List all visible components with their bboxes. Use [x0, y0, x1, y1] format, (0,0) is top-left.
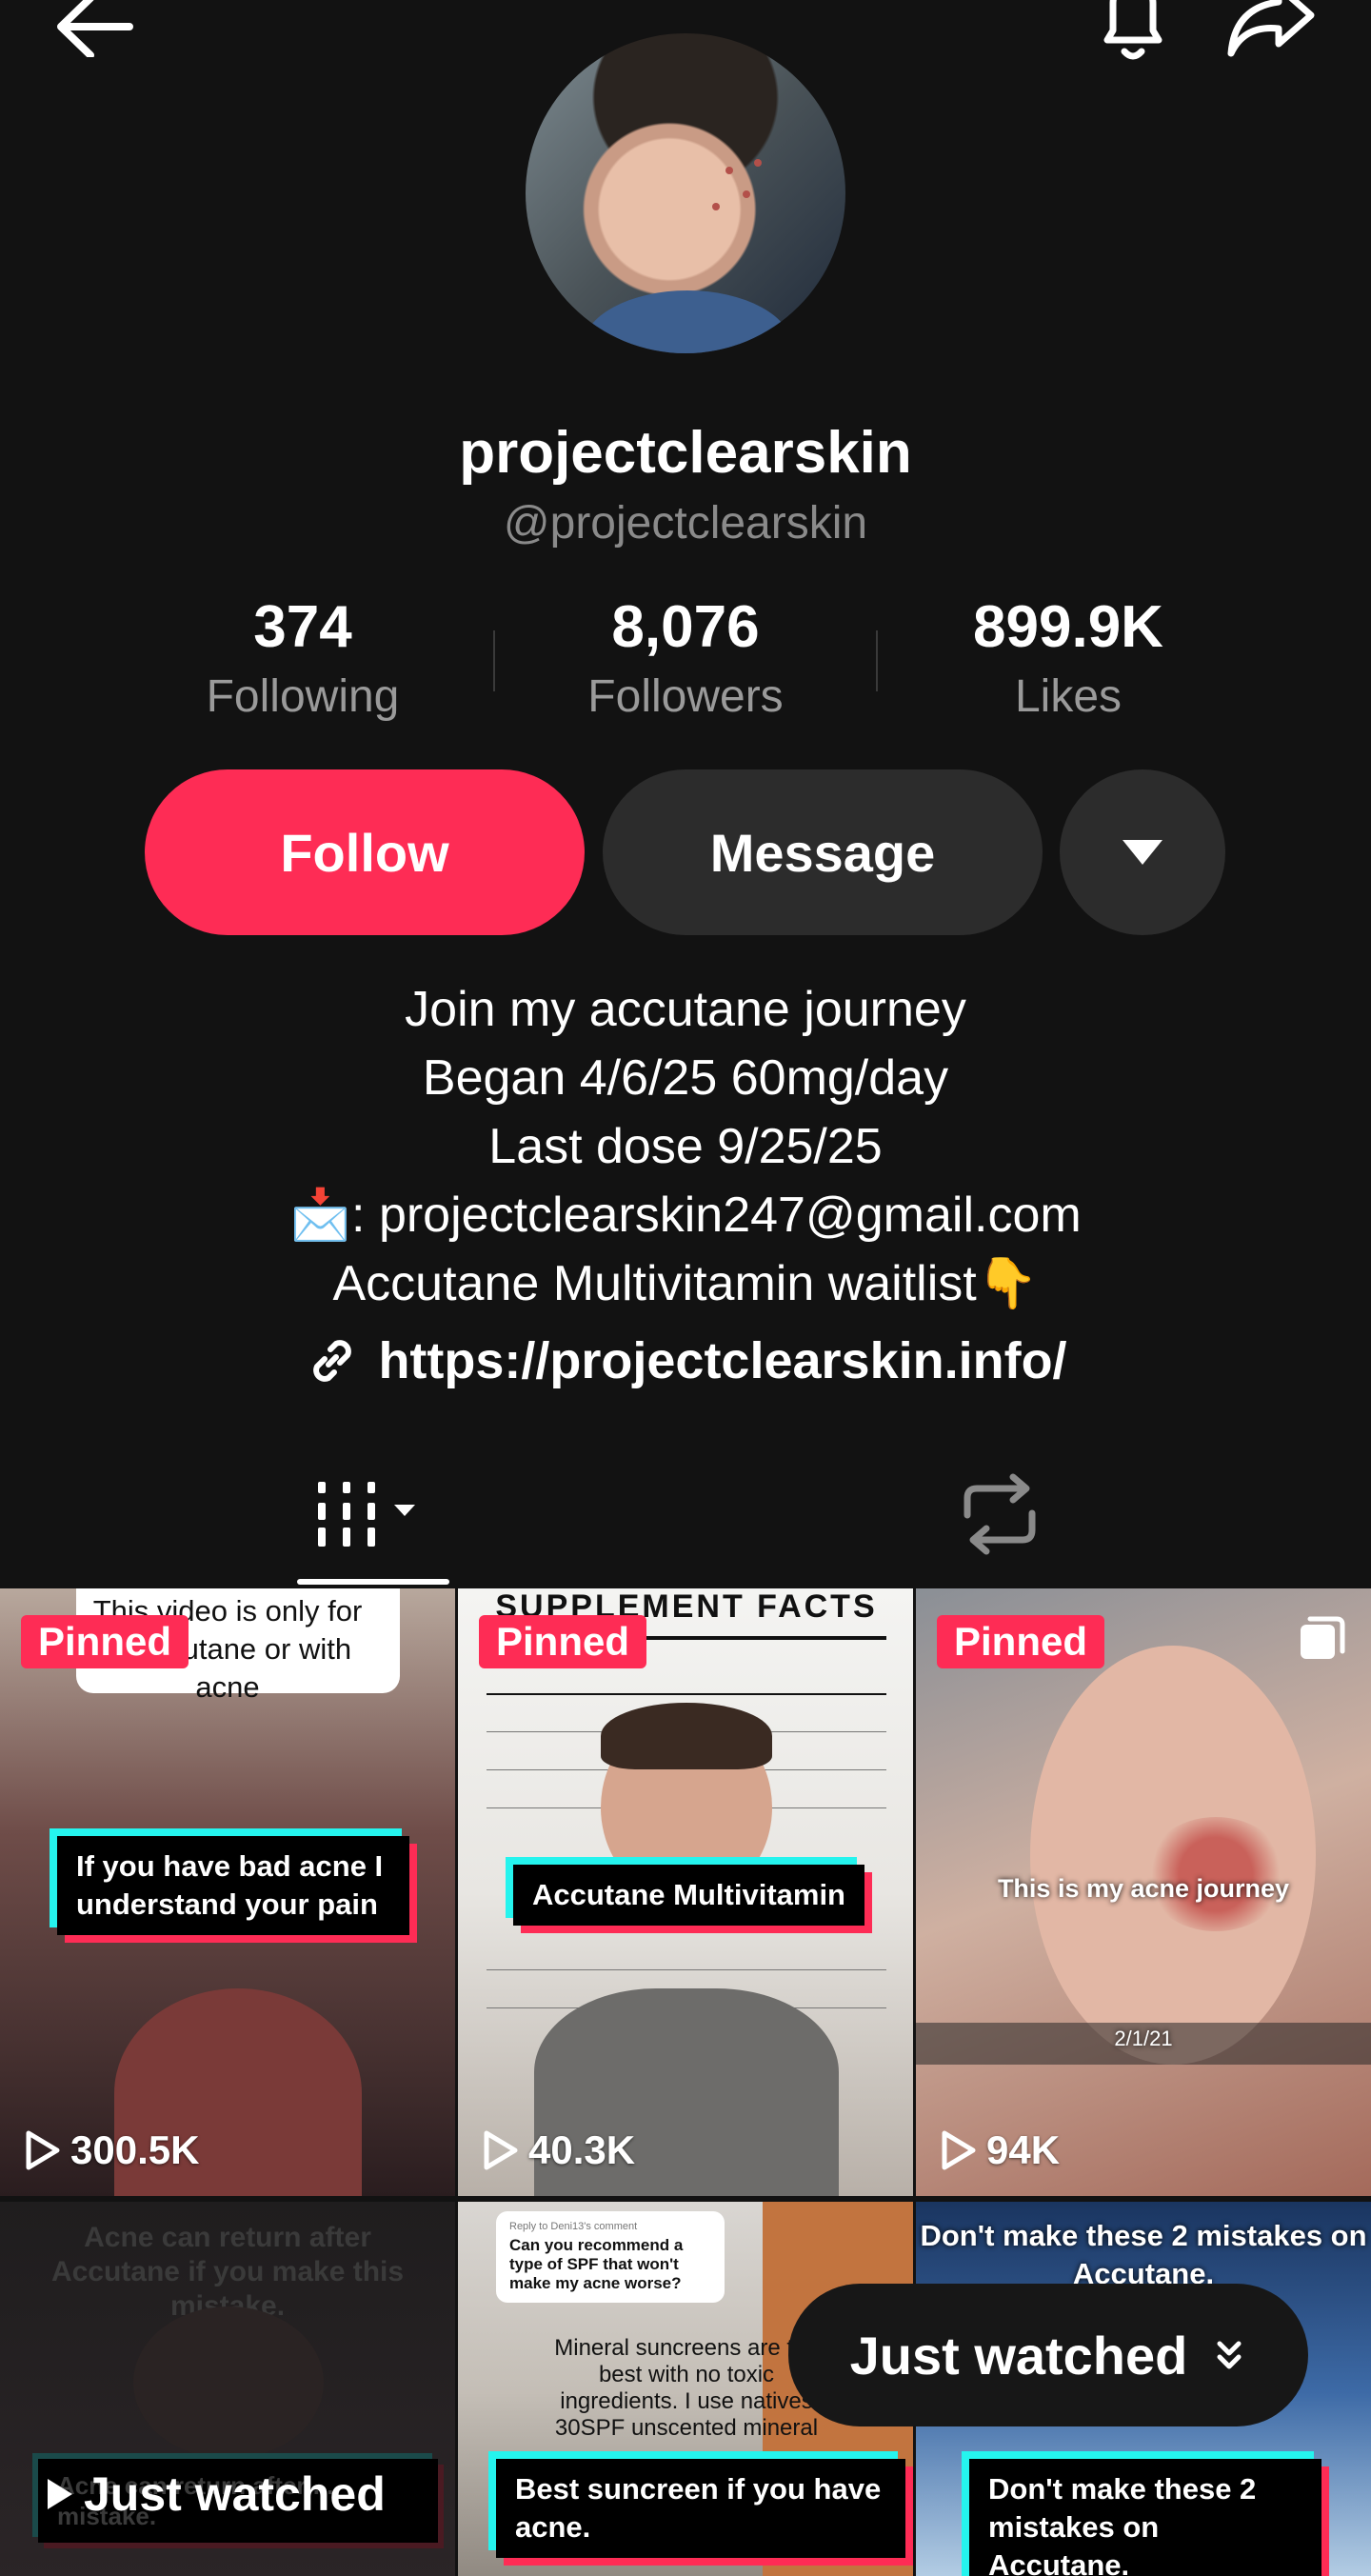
bio-link[interactable]: https://projectclearskin.info/ [0, 1331, 1371, 1390]
avatar-detail [754, 159, 762, 167]
video-caption: If you have bad acne I understand your p… [57, 1836, 409, 1935]
avatar-shirt [583, 290, 792, 353]
stat-likes[interactable]: 899.9K Likes [925, 598, 1211, 723]
video-overlay-text: Mineral suncreens are the best with no t… [554, 2335, 819, 2441]
multi-photo-icon [1301, 1616, 1345, 1659]
view-count: 300.5K [23, 2127, 199, 2173]
stat-following[interactable]: 374 Following [160, 598, 446, 723]
profile-page: projectclearskin @projectclearskin 374 F… [0, 0, 1371, 2576]
bell-icon[interactable] [1081, 0, 1185, 67]
video-date: 2/1/21 [1114, 2027, 1173, 2050]
stat-value: 899.9K [973, 594, 1163, 660]
repost-icon [964, 1473, 1036, 1555]
follow-button[interactable]: Follow [145, 769, 585, 935]
video-caption: Accutane Multivitamin [513, 1865, 864, 1926]
video-thumbnail[interactable]: Pinned This is my acne journey 2/1/21 94… [916, 1588, 1371, 2196]
divider [487, 1693, 886, 1695]
stat-label: Likes [1014, 671, 1123, 722]
video-caption: Best suncreen if you have acne. [496, 2459, 905, 2558]
link-icon [313, 1340, 352, 1382]
double-chevron-down-icon [1217, 2341, 1242, 2369]
play-icon [48, 2479, 72, 2509]
just-watched-button[interactable]: Just watched [788, 2284, 1308, 2426]
bio-line: Join my accutane journey [405, 982, 966, 1037]
triangle-down-icon [1123, 840, 1162, 865]
video-caption: Don't make these 2 mistakes on Accutane. [969, 2459, 1321, 2576]
avatar-detail [743, 190, 750, 198]
reply-text: Can you recommend a type of SPF that won… [509, 2236, 684, 2292]
bio-line: Began 4/6/25 60mg/day [422, 1050, 949, 1106]
view-count: 40.3K [481, 2127, 635, 2173]
stat-followers[interactable]: 8,076 Followers [543, 598, 828, 723]
just-watched-label: Just watched [44, 2466, 386, 2522]
video-caption: This is my acne journey [997, 1874, 1290, 1903]
pinned-badge: Pinned [937, 1615, 1105, 1668]
active-tab-indicator [297, 1579, 449, 1585]
bio-link-text[interactable]: https://projectclearskin.info/ [378, 1331, 1066, 1390]
tab-reposts[interactable] [924, 1457, 1076, 1571]
video-thumbnail[interactable]: SUPPLEMENT FACTS Pinned Accutane Multivi… [458, 1588, 913, 2196]
avatar-detail [712, 203, 720, 210]
bio: Join my accutane journey Began 4/6/25 60… [0, 975, 1371, 1318]
profile-display-name: projectclearskin [459, 420, 912, 486]
just-watched-text: Just watched [849, 2325, 1188, 2386]
play-icon [26, 2130, 60, 2170]
reply-label: Reply to Deni13's comment [509, 2221, 638, 2232]
hair-shape [601, 1703, 772, 1769]
profile-handle: @projectclearskin [503, 498, 868, 549]
just-watched-label-text: Just watched [84, 2467, 386, 2521]
play-icon [942, 2130, 976, 2170]
tab-videos[interactable] [295, 1457, 447, 1571]
view-count: 94K [939, 2127, 1060, 2173]
stat-value: 8,076 [611, 594, 760, 660]
grid-icon [318, 1482, 415, 1547]
pinned-badge: Pinned [479, 1615, 647, 1668]
view-count-text: 40.3K [528, 2127, 636, 2172]
video-thumbnail[interactable]: This video is only for ... accutane or w… [0, 1588, 455, 2196]
avatar[interactable] [526, 33, 845, 353]
bio-line: Accutane Multivitamin waitlist👇 [332, 1256, 1039, 1311]
message-button[interactable]: Message [603, 769, 1043, 935]
reply-comment-bubble: Reply to Deni13's comment Can you recomm… [496, 2211, 725, 2303]
profile-tabs [0, 1457, 1371, 1588]
bio-line: 📩: projectclearskin247@gmail.com [289, 1188, 1082, 1243]
back-arrow-icon[interactable] [38, 0, 143, 67]
stat-divider [876, 630, 878, 691]
head-shape [133, 2306, 324, 2459]
avatar-detail [725, 167, 733, 174]
view-count-text: 94K [986, 2127, 1061, 2172]
stat-label: Followers [587, 671, 784, 722]
play-icon [484, 2130, 518, 2170]
divider [487, 1969, 886, 1970]
stat-divider [493, 630, 495, 691]
stat-label: Following [206, 671, 400, 722]
video-top-caption: Don't make these 2 mistakes on Accutane. [920, 2219, 1367, 2290]
view-count-text: 300.5K [70, 2127, 200, 2172]
video-grid: This video is only for ... accutane or w… [0, 1588, 1371, 2576]
share-icon[interactable] [1214, 0, 1328, 67]
bio-line: Last dose 9/25/25 [488, 1119, 883, 1174]
pinned-badge: Pinned [21, 1615, 189, 1668]
suggested-accounts-button[interactable] [1060, 769, 1225, 935]
stat-value: 374 [253, 594, 352, 660]
